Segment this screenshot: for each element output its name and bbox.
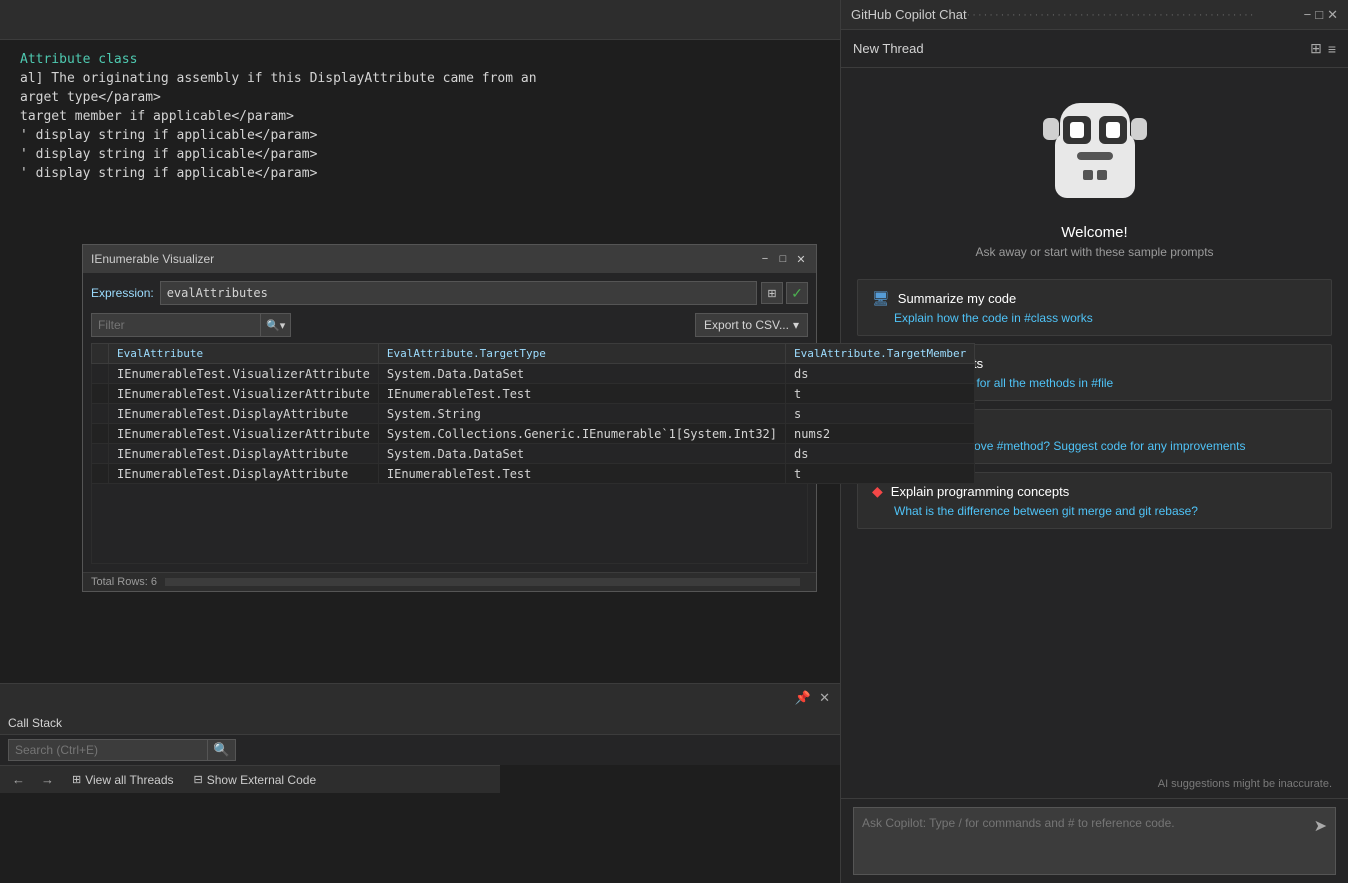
refresh-icon[interactable]: ⊞ — [761, 282, 783, 304]
forward-button[interactable]: → — [37, 770, 58, 789]
table-row: IEnumerableTest.DisplayAttribute IEnumer… — [92, 464, 975, 484]
filter-row: 🔍▾ Export to CSV... ▾ — [91, 313, 808, 337]
call-stack-search: 🔍 — [0, 735, 840, 765]
copilot-minimize-button[interactable]: − — [1304, 7, 1312, 22]
card-header-summarize: 🖥 Summarize my code — [872, 290, 1317, 307]
maximize-button[interactable]: □ — [776, 252, 790, 266]
export-label: Export to CSV... — [704, 318, 789, 332]
copilot-titlebar: GitHub Copilot Chat ····················… — [841, 0, 1348, 30]
titlebar-controls: − □ ✕ — [758, 252, 808, 266]
explain-title: Explain programming concepts — [891, 484, 1069, 499]
code-line: Attribute class — [20, 50, 820, 69]
view-all-threads-button[interactable]: ⊞ View all Threads — [66, 771, 180, 789]
copilot-title: GitHub Copilot Chat — [851, 7, 967, 22]
card-header-explain: ◆ Explain programming concepts — [872, 483, 1317, 500]
call-stack-label: Call Stack — [8, 716, 62, 730]
visualizer-body: Expression: ⊞ ✓ 🔍▾ Export to CSV... ▾ — [83, 273, 816, 572]
code-line: ' display string if applicable</param> — [20, 145, 820, 164]
copilot-input-wrapper: ➤ — [853, 807, 1336, 875]
diamond-icon: ◆ — [872, 483, 883, 500]
summarize-subtitle: Explain how the code in #class works — [894, 311, 1317, 325]
col-num — [92, 344, 109, 364]
close-panel-button[interactable]: ✕ — [817, 688, 832, 708]
copilot-title-controls: − □ ✕ — [1304, 7, 1338, 23]
expr-icons: ⊞ ✓ — [761, 282, 808, 304]
new-thread-label: New Thread — [853, 41, 924, 56]
total-rows-label: Total Rows: 6 — [91, 576, 157, 588]
empty-rows-area — [91, 484, 808, 564]
welcome-subtitle: Ask away or start with these sample prom… — [975, 245, 1213, 259]
close-button[interactable]: ✕ — [794, 252, 808, 266]
filter-search-button[interactable]: 🔍▾ — [261, 313, 291, 337]
welcome-title: Welcome! — [1061, 224, 1127, 241]
copilot-input[interactable] — [862, 814, 1314, 868]
expression-label: Expression: — [91, 286, 154, 300]
panel-controls: 📌 ✕ — [793, 688, 832, 708]
col-evalattr: EvalAttribute — [109, 344, 379, 364]
filter-input[interactable] — [91, 313, 261, 337]
data-table: EvalAttribute EvalAttribute.TargetType E… — [91, 343, 975, 484]
total-rows-bar: Total Rows: 6 — [83, 572, 816, 591]
code-line: ' display string if applicable</param> — [20, 164, 820, 183]
visualizer-titlebar: IEnumerable Visualizer − □ ✕ — [83, 245, 816, 273]
export-csv-button[interactable]: Export to CSV... ▾ — [695, 313, 808, 337]
new-thread-button[interactable]: New Thread — [853, 41, 924, 56]
show-external-code-label: Show External Code — [207, 773, 316, 787]
table-row: IEnumerableTest.DisplayAttribute System.… — [92, 404, 975, 424]
top-toolbar — [0, 0, 840, 40]
export-dropdown-icon: ▾ — [793, 318, 799, 332]
check-icon[interactable]: ✓ — [786, 282, 808, 304]
panel-tabs: 📌 ✕ — [0, 684, 840, 712]
monitor-icon: 🖥 — [872, 290, 890, 307]
pin-button[interactable]: − — [758, 252, 772, 266]
call-stack-search-input[interactable] — [8, 739, 208, 761]
copilot-toolbar-right: ⊞ ≡ — [1310, 40, 1336, 57]
col-targettype: EvalAttribute.TargetType — [378, 344, 785, 364]
dots-separator: ········································… — [967, 9, 1304, 21]
copilot-layout-button[interactable]: ⊞ — [1310, 40, 1322, 57]
copilot-logo — [1035, 88, 1155, 208]
external-code-icon: ⊟ — [194, 773, 203, 786]
call-stack-bottom-bar: ← → ⊞ View all Threads ⊟ Show External C… — [0, 765, 500, 793]
summarize-title: Summarize my code — [898, 291, 1016, 306]
call-stack-search-button[interactable]: 🔍 — [208, 739, 236, 761]
view-all-threads-label: View all Threads — [85, 773, 173, 787]
table-row: IEnumerableTest.VisualizerAttribute Syst… — [92, 424, 975, 444]
visualizer-title: IEnumerable Visualizer — [91, 252, 214, 266]
explain-subtitle: What is the difference between git merge… — [894, 504, 1317, 518]
editor-area: Attribute class al] The originating asse… — [0, 0, 840, 883]
code-line: al] The originating assembly if this Dis… — [20, 69, 820, 88]
code-line: ' display string if applicable</param> — [20, 126, 820, 145]
table-row: IEnumerableTest.DisplayAttribute System.… — [92, 444, 975, 464]
visualizer-panel: IEnumerable Visualizer − □ ✕ Expression:… — [82, 244, 817, 592]
show-external-code-button[interactable]: ⊟ Show External Code — [188, 771, 323, 789]
bottom-panel: 📌 ✕ Call Stack 🔍 ← → ⊞ View all Threads … — [0, 683, 840, 883]
copilot-list-button[interactable]: ≡ — [1328, 40, 1336, 57]
table-row: IEnumerableTest.VisualizerAttribute IEnu… — [92, 384, 975, 404]
code-line: arget type</param> — [20, 88, 820, 107]
back-button[interactable]: ← — [8, 770, 29, 789]
pin-panel-button[interactable]: 📌 — [793, 688, 813, 708]
table-row: IEnumerableTest.VisualizerAttribute Syst… — [92, 364, 975, 384]
expression-row: Expression: ⊞ ✓ — [91, 281, 808, 305]
copilot-toolbar: New Thread ⊞ ≡ — [841, 30, 1348, 68]
ai-disclaimer: AI suggestions might be inaccurate. — [857, 770, 1332, 798]
call-stack-header: Call Stack — [0, 712, 840, 735]
scroll-bar[interactable] — [165, 578, 800, 586]
suggestion-card-summarize[interactable]: 🖥 Summarize my code Explain how the code… — [857, 279, 1332, 336]
expression-input[interactable] — [160, 281, 757, 305]
code-line: target member if applicable</param> — [20, 107, 820, 126]
threads-icon: ⊞ — [72, 773, 81, 786]
copilot-input-area: ➤ — [841, 798, 1348, 883]
col-targetmember: EvalAttribute.TargetMember — [786, 344, 975, 364]
copilot-send-button[interactable]: ➤ — [1314, 816, 1327, 836]
copilot-close-button[interactable]: ✕ — [1327, 7, 1338, 23]
copilot-dock-button[interactable]: □ — [1315, 7, 1323, 22]
